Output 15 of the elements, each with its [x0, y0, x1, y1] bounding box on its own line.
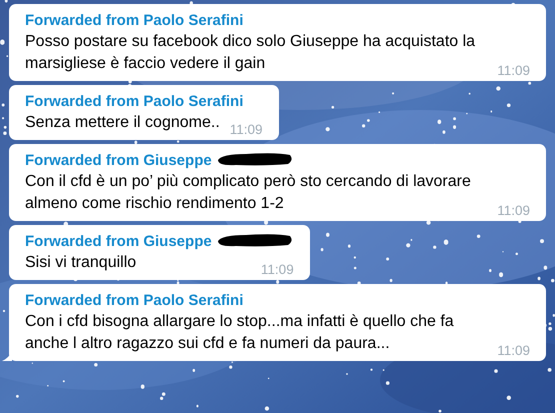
message-time: 11:09	[497, 203, 530, 218]
forwarded-from-label[interactable]: Forwarded from Giuseppe	[25, 232, 212, 252]
message-time: 11:09	[497, 63, 530, 78]
message-text: Senza mettere il cognome..	[25, 113, 220, 133]
message-time: 11:09	[260, 262, 294, 277]
message-text: Posso postare su facebook dico solo Giuseppe ha acquistato la marsigliese è faccio vedere il gain	[25, 32, 476, 74]
message-text: Con il cfd è un po’ più complicato però sto cercando di lavorare almeno come rischio rendimento 1-2	[25, 172, 472, 214]
forwarded-from-label[interactable]: Forwarded from Paolo Serafini	[25, 291, 244, 311]
forwarded-from-label[interactable]: Forwarded from Paolo Serafini	[25, 92, 244, 112]
forwarded-from-label[interactable]: Forwarded from Paolo Serafini	[25, 11, 244, 31]
message-time: 11:09	[497, 343, 530, 358]
message-text: Con i cfd bisogna allargare lo stop...ma infatti è quello che fa anche l altro ragazzo sui cfd e fa numeri da paura...	[25, 312, 455, 354]
message-text: Sisi vi tranquillo	[25, 253, 138, 273]
forwarded-from-label[interactable]: Forwarded from Giuseppe	[25, 151, 212, 171]
message-time: 11:09	[230, 122, 263, 137]
